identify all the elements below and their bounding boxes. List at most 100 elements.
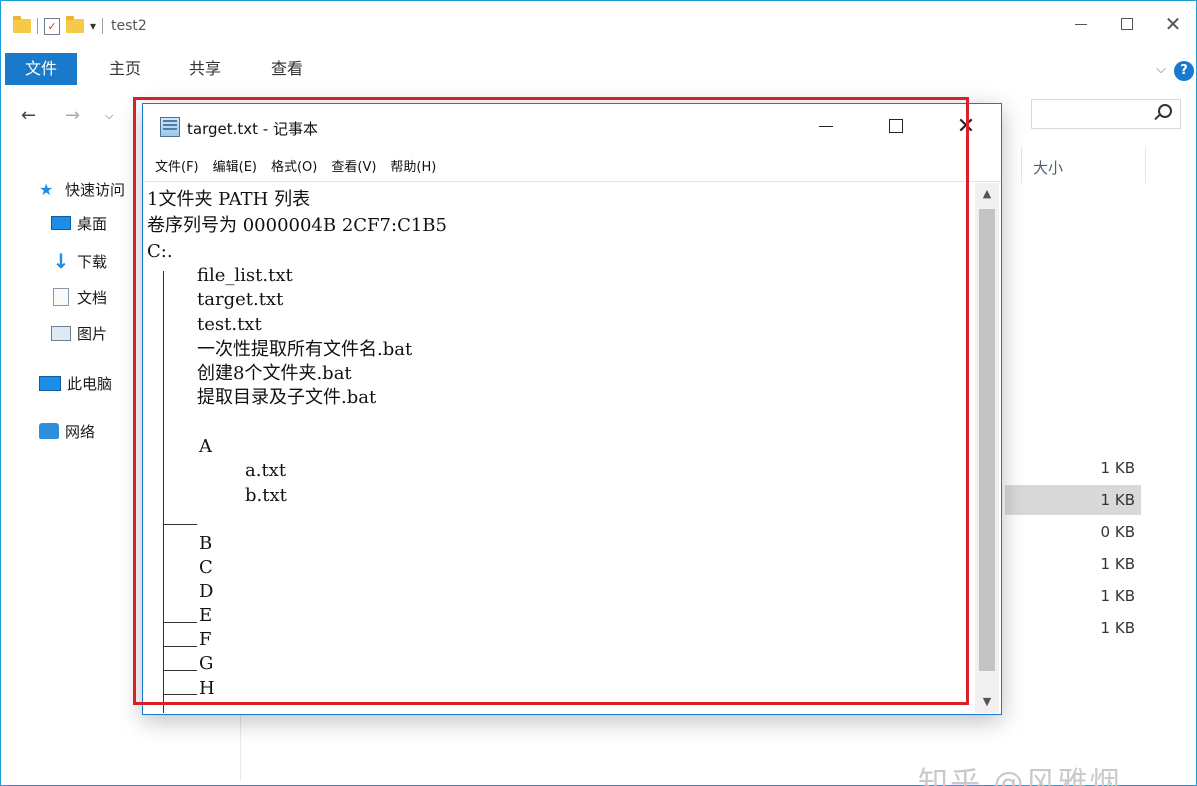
column-divider[interactable] [1145,147,1146,183]
text-line: a.txt [245,460,287,481]
help-icon[interactable]: ? [1174,61,1194,81]
text-line: 一次性提取所有文件名.bat [197,339,413,360]
tree-branch-line [163,646,197,647]
menu-file[interactable]: 文件(F) [155,156,199,175]
text-line: H [199,678,215,699]
vertical-scrollbar[interactable]: ▲ ▼ [975,183,999,713]
explorer-titlebar: ✓ ▾ test2 ✕ [1,1,1196,51]
tab-share[interactable]: 共享 [189,53,221,85]
text-line: B [199,533,213,554]
scroll-up-icon[interactable]: ▲ [975,183,999,205]
chevron-down-icon[interactable]: ⌵ [1156,62,1166,77]
nav-item-pictures[interactable]: 图片 [51,321,107,345]
maximize-button[interactable] [1104,9,1150,39]
explorer-window-controls: ✕ [1058,9,1196,39]
file-size: 1 KB [1100,555,1135,573]
text-line: b.txt [245,485,287,506]
network-icon [39,423,59,439]
nav-item-documents[interactable]: 文档 [51,285,107,309]
notepad-close-button[interactable]: ✕ [931,104,1001,148]
maximize-icon [889,119,903,133]
notepad-window: target.txt - 记事本 ✕ 文件(F) 编辑(E) 格式(O) 查看(… [142,103,1002,715]
tab-file[interactable]: 文件 [5,53,77,85]
nav-item-label: 网络 [65,422,96,441]
download-icon: ↓ [52,249,70,273]
menu-format[interactable]: 格式(O) [271,156,317,175]
column-divider[interactable] [1021,147,1022,183]
text-line: file_list.txt [197,265,293,286]
file-size: 1 KB [1100,491,1135,509]
close-icon: ✕ [956,113,976,139]
ribbon-tabs: 文件 主页 共享 查看 ⌵ ? [1,53,1196,87]
tab-view[interactable]: 查看 [271,53,303,85]
text-line: 创建8个文件夹.bat [197,363,352,384]
customize-toolbar-icon[interactable]: ▾ [90,19,96,33]
notepad-titlebar[interactable]: target.txt - 记事本 ✕ [143,104,1001,150]
notepad-menubar: 文件(F) 编辑(E) 格式(O) 查看(V) 帮助(H) [143,150,1001,182]
toolbar-separator [37,18,38,34]
menu-help[interactable]: 帮助(H) [390,156,436,175]
computer-icon [39,375,61,391]
scroll-down-icon[interactable]: ▼ [975,691,999,713]
file-row-selected[interactable]: 1 KB [1005,485,1141,515]
tree-branch-line [163,524,197,525]
nav-item-label: 图片 [77,324,108,343]
file-row[interactable]: 0 KB [1005,517,1141,547]
maximize-icon [1121,18,1133,30]
explorer-window-title: test2 [111,18,147,34]
nav-item-quick-access[interactable]: ★ 快速访问 [39,177,125,201]
file-size: 0 KB [1100,523,1135,541]
forward-arrow-icon[interactable]: → [65,105,80,126]
nav-item-desktop[interactable]: 桌面 [51,211,107,235]
notepad-text-area[interactable]: 1文件夹 PATH 列表 卷序列号为 0000004B 2CF7:C1B5 C:… [143,183,977,713]
quick-access-toolbar: ✓ ▾ test2 [13,14,147,38]
nav-item-label: 快速访问 [65,180,126,199]
tab-home[interactable]: 主页 [109,53,141,85]
search-input[interactable] [1031,99,1181,129]
notepad-window-title: target.txt - 记事本 [187,120,318,138]
menu-edit[interactable]: 编辑(E) [213,156,257,175]
properties-icon[interactable]: ✓ [44,17,60,35]
scrollbar-thumb[interactable] [979,209,995,671]
nav-item-network[interactable]: 网络 [39,419,95,443]
column-header-label: 大小 [1033,159,1064,177]
new-folder-icon[interactable] [66,16,84,33]
nav-item-this-pc[interactable]: 此电脑 [39,371,112,395]
nav-item-label: 此电脑 [67,374,113,393]
text-line: C:. [147,241,173,262]
menu-view[interactable]: 查看(V) [331,156,376,175]
text-line: 1文件夹 PATH 列表 [147,189,311,210]
tree-branch-line [163,670,197,671]
document-icon [53,288,69,306]
desktop-icon [51,216,71,230]
back-arrow-icon[interactable]: ← [21,105,36,126]
text-line: test.txt [197,314,262,335]
watermark: 知乎 @风雅烟 [918,766,1122,786]
file-size: 1 KB [1100,459,1135,477]
minimize-icon [819,125,833,127]
text-line: target.txt [197,289,284,310]
text-line: C [199,557,213,578]
file-size: 1 KB [1100,619,1135,637]
nav-item-downloads[interactable]: ↓ 下载 [51,249,107,273]
tree-branch-line [163,622,197,623]
recent-locations-icon[interactable]: ⌵ [105,109,113,123]
notepad-minimize-button[interactable] [791,104,861,148]
minimize-button[interactable] [1058,9,1104,39]
file-row[interactable]: 1 KB [1005,613,1141,643]
text-line: E [199,605,213,626]
folder-icon [13,16,31,33]
close-button[interactable]: ✕ [1150,9,1196,39]
file-row[interactable]: 1 KB [1005,581,1141,611]
minimize-icon [1075,23,1087,25]
column-header-size[interactable]: 大小 [1021,141,1197,187]
text-line: A [199,436,212,457]
notepad-maximize-button[interactable] [861,104,931,148]
file-row[interactable]: 1 KB [1005,549,1141,579]
notepad-window-controls: ✕ [791,104,1001,148]
tree-branch-line [163,694,197,695]
file-row[interactable]: 1 KB [1005,453,1141,483]
nav-item-label: 桌面 [77,214,108,233]
text-line: 提取目录及子文件.bat [197,387,377,408]
notepad-icon [160,117,180,137]
